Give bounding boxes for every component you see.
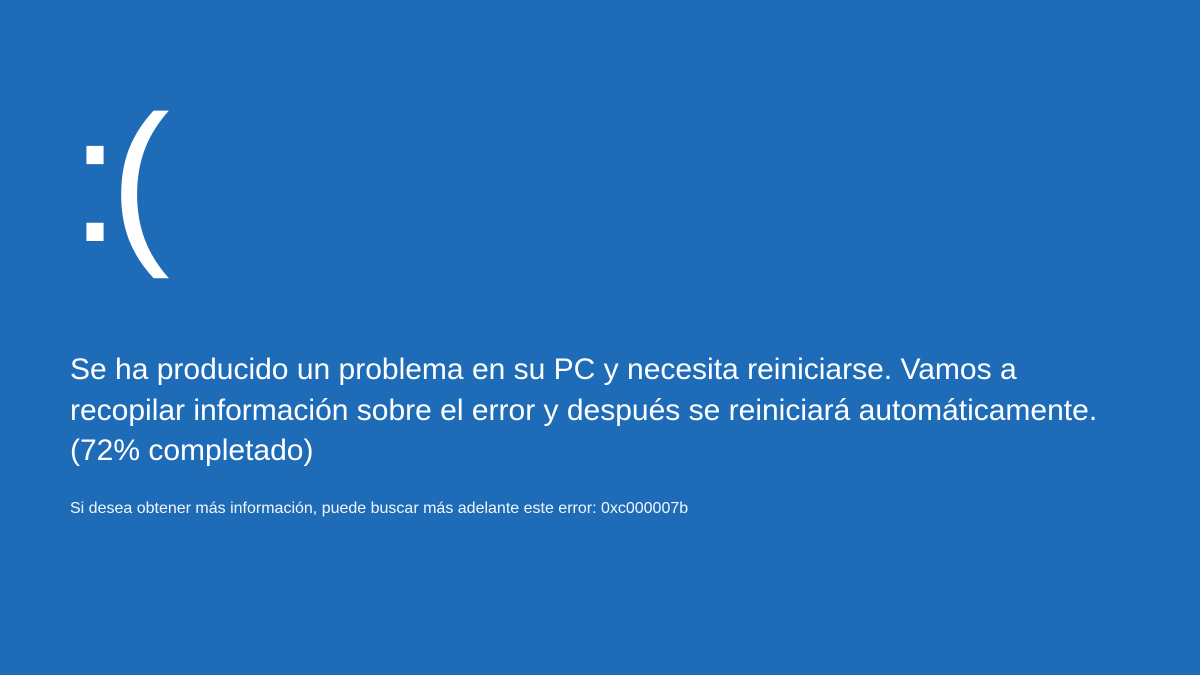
error-detail-message: Si desea obtener más información, puede …	[70, 500, 1130, 518]
sad-face-icon: :(	[70, 90, 1130, 270]
bsod-screen: :( Se ha producido un problema en su PC …	[0, 0, 1200, 518]
error-main-message: Se ha producido un problema en su PC y n…	[70, 350, 1130, 472]
